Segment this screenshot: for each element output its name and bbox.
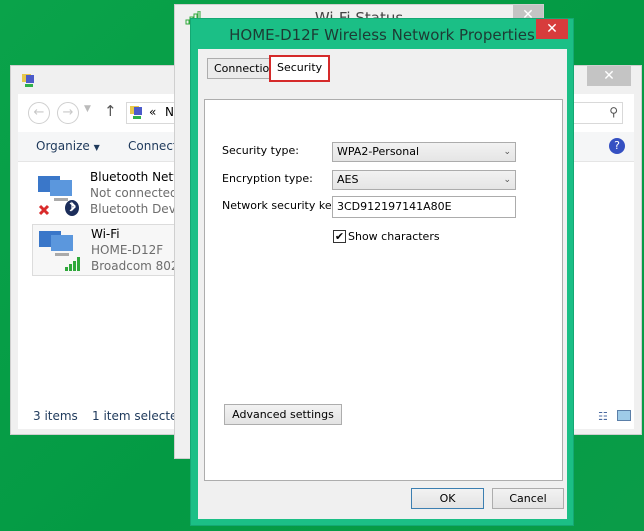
show-characters-checkbox[interactable]: ✔	[333, 230, 346, 243]
tab-security[interactable]: Security	[269, 55, 331, 82]
breadcrumb-overflow[interactable]: «	[149, 105, 156, 119]
item-name: Wi-Fi	[91, 227, 120, 241]
dialog-client: Connection Security Security type: WPA2-…	[198, 49, 567, 519]
dialog-title: HOME-D12F Wireless Network Properties	[229, 26, 535, 44]
item-status: HOME-D12F	[91, 243, 164, 257]
encryption-type-label: Encryption type:	[222, 172, 313, 185]
dialog-close-button[interactable]: ✕	[536, 19, 568, 39]
network-folder-icon	[22, 74, 34, 87]
item-status: Not connected	[90, 186, 178, 200]
help-icon[interactable]: ?	[609, 138, 625, 154]
cancel-button[interactable]: Cancel	[492, 488, 564, 509]
item-count: 3 items	[33, 409, 78, 423]
wifi-adapter-icon	[39, 231, 80, 271]
up-button[interactable]: ↑	[104, 102, 117, 120]
network-key-label: Network security key	[222, 199, 339, 212]
forward-button[interactable]: →	[57, 102, 79, 124]
explorer-close-button[interactable]: ✕	[587, 66, 631, 86]
details-view-icon[interactable]: ☷	[598, 410, 608, 423]
ok-button[interactable]: OK	[411, 488, 484, 509]
security-type-select[interactable]: WPA2-Personal ⌄	[332, 142, 516, 162]
network-key-input[interactable]: 3CD912197141A80E	[332, 196, 516, 218]
list-item-wifi[interactable]: Wi-Fi HOME-D12F Broadcom 802.1	[32, 224, 190, 276]
connect-button[interactable]: Connect	[128, 139, 178, 153]
recent-locations-dropdown[interactable]: ▼	[84, 104, 91, 114]
chevron-down-icon: ⌄	[503, 147, 511, 157]
show-characters-label[interactable]: Show characters	[348, 230, 440, 243]
wireless-properties-dialog: HOME-D12F Wireless Network Properties ✕ …	[190, 18, 574, 526]
chevron-down-icon: ▼	[93, 143, 100, 152]
back-button[interactable]: ←	[28, 102, 50, 124]
encryption-type-select[interactable]: AES ⌄	[332, 170, 516, 190]
breadcrumb[interactable]: N	[165, 105, 174, 119]
search-input[interactable]: ⚲	[573, 102, 623, 124]
selection-count: 1 item selected	[92, 409, 186, 423]
item-device: Bluetooth Devic	[90, 202, 186, 216]
search-icon: ⚲	[609, 105, 618, 119]
security-panel: Security type: WPA2-Personal ⌄ Encryptio…	[204, 99, 563, 481]
large-icons-view-icon[interactable]	[617, 410, 631, 421]
network-adapter-icon	[38, 176, 79, 216]
chevron-down-icon: ⌄	[503, 175, 511, 185]
network-folder-icon	[130, 106, 142, 119]
advanced-settings-button[interactable]: Advanced settings	[224, 404, 342, 425]
list-item-bluetooth[interactable]: Bluetooth Netwo Not connected Bluetooth …	[32, 168, 190, 220]
organize-menu[interactable]: Organize ▼	[36, 139, 100, 153]
security-type-label: Security type:	[222, 144, 299, 157]
